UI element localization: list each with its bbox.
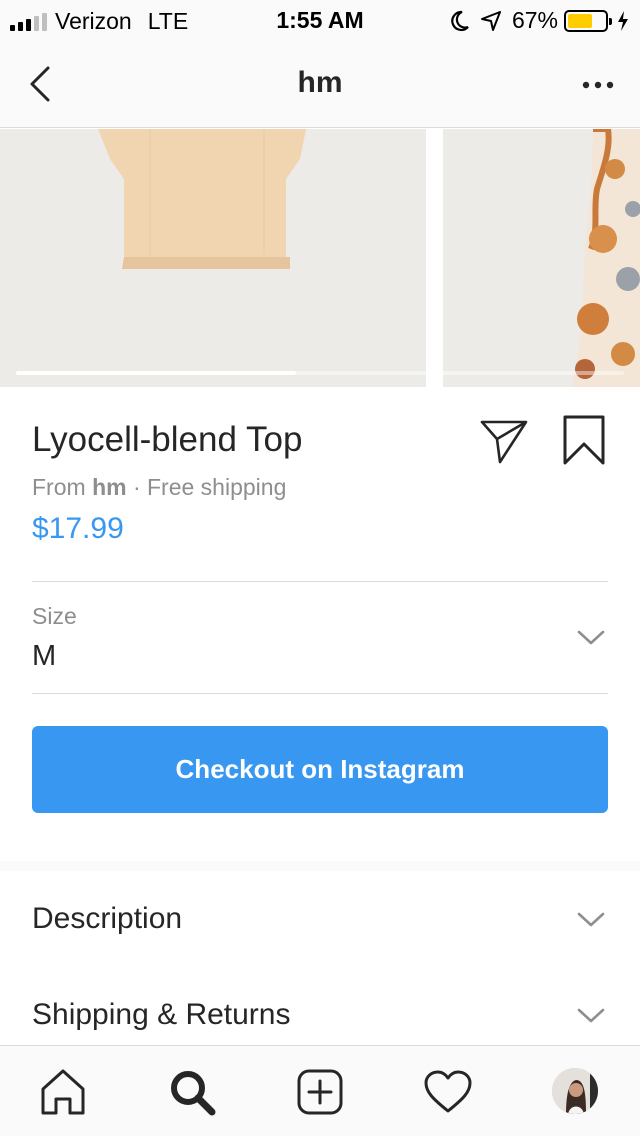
status-right: 67% — [450, 7, 630, 34]
divider — [32, 693, 608, 694]
product-price: $17.99 — [32, 512, 124, 545]
description-section[interactable]: Description — [0, 872, 640, 964]
seller-line: From hm · Free shipping — [32, 474, 286, 501]
product-image-top[interactable] — [0, 129, 426, 387]
carousel-progress-fill — [16, 371, 296, 375]
section-separator — [0, 861, 640, 871]
tab-search[interactable] — [166, 1066, 218, 1118]
share-icon[interactable] — [478, 414, 530, 466]
carousel-progress — [16, 371, 624, 375]
section-title: Description — [32, 902, 183, 935]
avatar-image — [552, 1068, 598, 1114]
chevron-down-icon — [577, 912, 605, 927]
tshirt-illustration — [98, 129, 306, 269]
chevron-down-icon — [577, 1008, 605, 1023]
checkout-button[interactable]: Checkout on Instagram — [32, 726, 608, 813]
page-title: hm — [297, 66, 343, 99]
search-icon — [171, 1071, 216, 1116]
from-prefix: From — [32, 474, 86, 500]
shipping-returns-section[interactable]: Shipping & Returns — [0, 968, 640, 1045]
status-bar: Verizon LTE 1:55 AM 67% — [0, 0, 640, 40]
product-image-dress[interactable] — [443, 129, 640, 387]
home-icon — [41, 1069, 85, 1115]
add-post-icon — [297, 1069, 343, 1115]
bookmark-icon[interactable] — [562, 414, 606, 466]
size-selector[interactable]: Size M — [0, 582, 640, 692]
seller-name[interactable]: hm — [92, 474, 127, 500]
heart-icon — [424, 1070, 472, 1113]
shipping-info: · Free shipping — [132, 474, 287, 500]
nav-bar: hm — [0, 40, 640, 128]
section-title: Shipping & Returns — [32, 998, 291, 1031]
location-arrow-icon — [480, 10, 501, 31]
chevron-down-icon — [577, 630, 605, 645]
tab-new-post[interactable] — [294, 1066, 346, 1118]
size-label: Size — [32, 603, 77, 629]
product-name: Lyocell-blend Top — [32, 420, 303, 459]
product-image-carousel[interactable] — [0, 129, 640, 387]
dress-illustration — [573, 129, 640, 387]
charging-bolt-icon — [618, 10, 628, 31]
tab-home[interactable] — [37, 1066, 89, 1118]
tab-bar — [0, 1045, 640, 1136]
profile-avatar[interactable] — [552, 1068, 598, 1114]
moon-icon — [451, 10, 469, 31]
size-value: M — [32, 640, 57, 672]
battery-percent: 67% — [511, 7, 558, 33]
battery-icon — [564, 9, 612, 32]
tab-activity[interactable] — [422, 1066, 474, 1118]
more-dots-icon[interactable] — [580, 70, 616, 100]
